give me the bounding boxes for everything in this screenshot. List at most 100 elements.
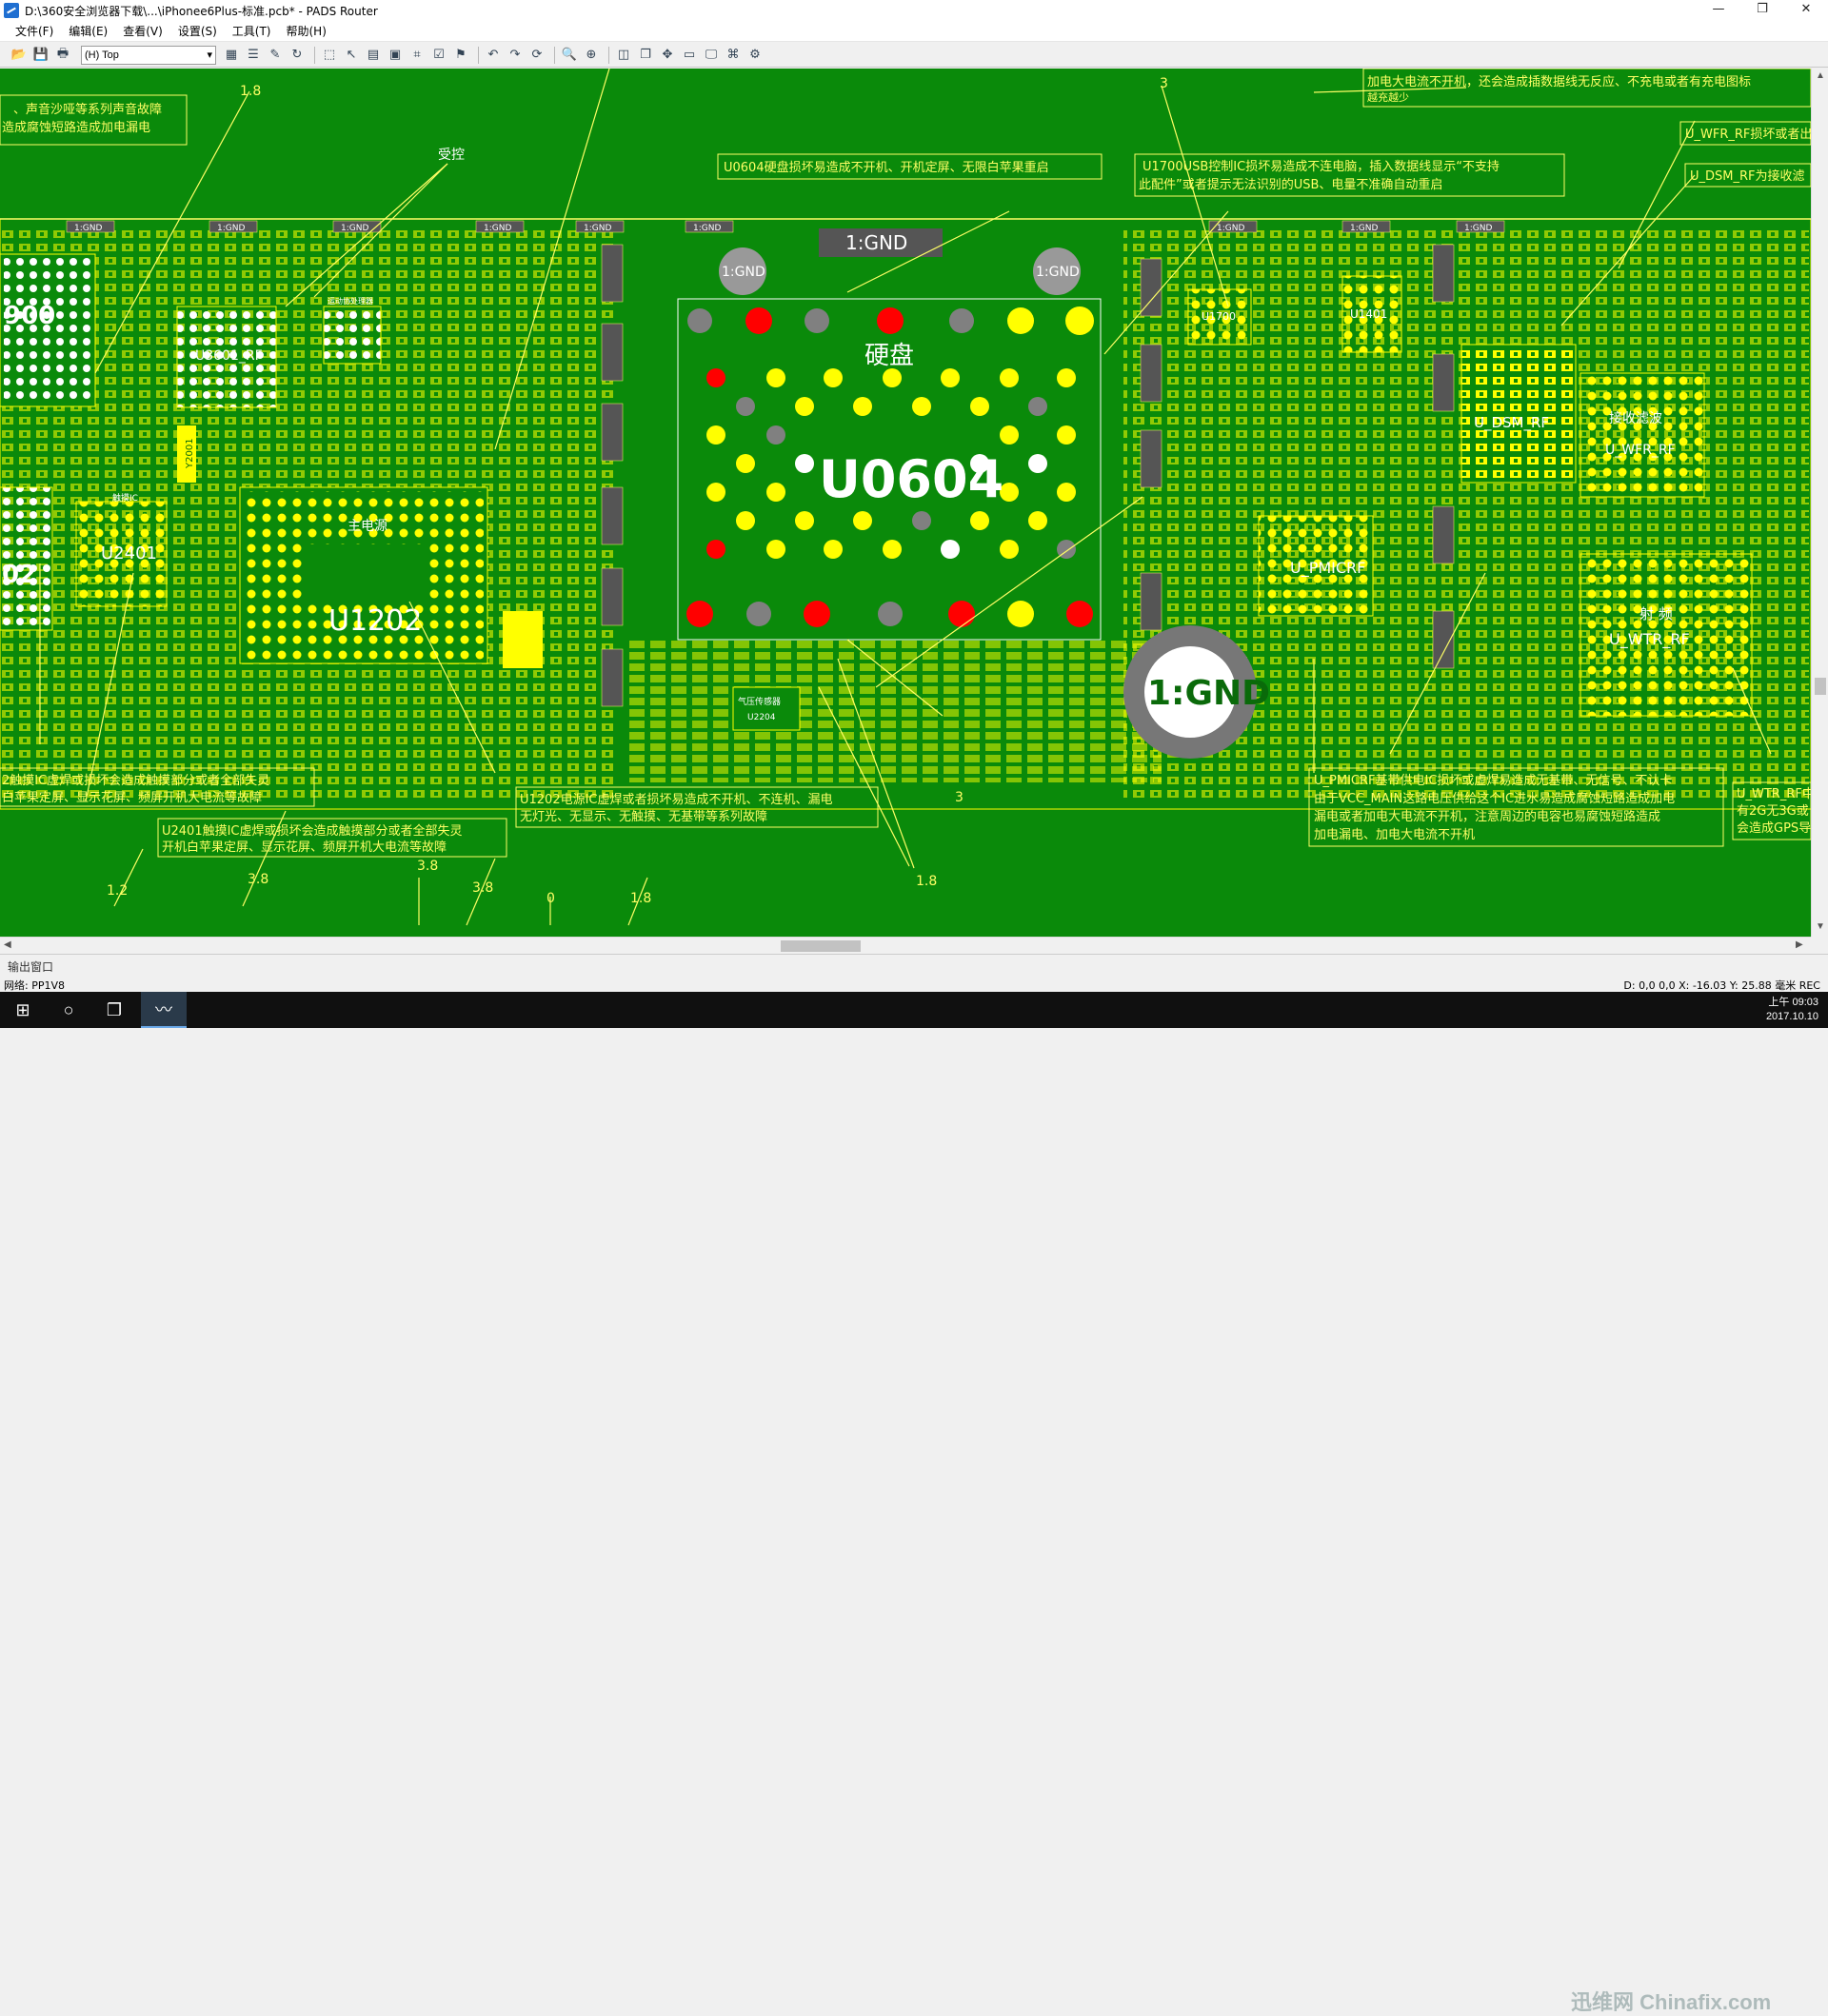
- label-main-power: 主电源: [348, 519, 387, 534]
- print-icon[interactable]: 🖶: [53, 46, 72, 65]
- close-button[interactable]: ✕: [1784, 0, 1828, 21]
- save-icon[interactable]: 💾: [31, 46, 50, 65]
- svg-text:U_DSM_RF为接收滤: U_DSM_RF为接收滤: [1690, 168, 1805, 184]
- display-icon[interactable]: 🖵: [702, 46, 721, 65]
- svg-text:1.8: 1.8: [240, 84, 261, 99]
- label-u0604: U0604: [819, 449, 1003, 509]
- svg-text:白苹果定屏、显示花屏、频屏开机大电流等故障: 白苹果定屏、显示花屏、频屏开机大电流等故障: [2, 790, 262, 805]
- status-coords: D: 0,0 0,0 X: -16.03 Y: 25.88 毫米 REC: [1623, 979, 1820, 992]
- pads-router-app-icon: [4, 3, 19, 18]
- svg-text:开机白苹果定屏、显示花屏、频屏开机大电流等故障: 开机白苹果定屏、显示花屏、频屏开机大电流等故障: [162, 840, 447, 855]
- svg-text:会造成GPS导: 会造成GPS导: [1737, 821, 1811, 836]
- svg-text:3.8: 3.8: [417, 859, 438, 874]
- label-air-pressure: 气压传感器: [738, 696, 781, 707]
- svg-text:1:GND: 1:GND: [584, 224, 611, 233]
- label-rf: 射 频: [1639, 605, 1673, 623]
- search-icon[interactable]: ○: [46, 992, 91, 1028]
- menu-bar: 文件(F) 编辑(E) 查看(V) 设置(S) 工具(T) 帮助(H): [0, 21, 1828, 42]
- chevron-down-icon: ▾: [207, 49, 212, 61]
- output-panel-title: 输出窗口: [8, 960, 54, 974]
- zoom-area-icon[interactable]: ⊕: [582, 46, 601, 65]
- title-bar: D:\360安全浏览器下载\...\iPhonee6Plus-标准.pcb* -…: [0, 0, 1828, 21]
- task-view-icon[interactable]: ❐: [91, 992, 137, 1028]
- svg-text:1:GND: 1:GND: [74, 224, 102, 233]
- scroll-up-icon[interactable]: ▲: [1816, 70, 1825, 81]
- grid-icon[interactable]: ▤: [364, 46, 383, 65]
- chip-left-02: [0, 486, 53, 631]
- scroll-down-icon[interactable]: ▼: [1816, 921, 1825, 932]
- svg-text:1.2: 1.2: [107, 883, 128, 899]
- zoom-icon[interactable]: 🔍: [560, 46, 579, 65]
- horizontal-scrollbar[interactable]: ◀ ▶: [0, 937, 1811, 954]
- menu-settings[interactable]: 设置(S): [170, 23, 225, 39]
- refresh-icon[interactable]: ↻: [288, 46, 307, 65]
- windows-start-icon[interactable]: ⊞: [0, 992, 46, 1028]
- annotation-a2: U0604硬盘损坏易造成不开机、开机定屏、无限白苹果重启: [717, 153, 1103, 180]
- svg-text:1.8: 1.8: [916, 874, 937, 889]
- maximize-button[interactable]: ❐: [1740, 0, 1784, 21]
- svg-text:1:GND: 1:GND: [693, 224, 721, 233]
- vertical-scroll-thumb[interactable]: [1815, 678, 1826, 695]
- chip-air-pressure: [732, 686, 801, 731]
- route-net-icon[interactable]: ⚑: [451, 46, 470, 65]
- scroll-right-icon[interactable]: ▶: [1796, 939, 1803, 950]
- label-u2401: U2401: [101, 544, 157, 563]
- window-title: D:\360安全浏览器下载\...\iPhonee6Plus-标准.pcb* -…: [25, 4, 378, 18]
- label-u3601: U3601_RF: [195, 348, 263, 364]
- annotation-a10: U_PMICRF基带供电IC损坏或虚焊易造成无基带、无信号、不认卡 由于VCC_…: [1308, 767, 1724, 847]
- annotation-a8: U1202电源IC虚焊或者损坏易造成不开机、不连机、漏电 无灯光、无显示、无触摸…: [515, 786, 879, 828]
- menu-help[interactable]: 帮助(H): [279, 23, 334, 39]
- menu-edit[interactable]: 编辑(E): [61, 23, 115, 39]
- svg-text:1.8: 1.8: [630, 891, 651, 906]
- component-field-mid: [628, 640, 1162, 782]
- help-icon[interactable]: ⌘: [724, 46, 743, 65]
- window-icon[interactable]: ❐: [636, 46, 655, 65]
- svg-text:U1202电源IC虚焊或者损坏易造成不开机、不连机、漏电: U1202电源IC虚焊或者损坏易造成不开机、不连机、漏电: [520, 792, 833, 807]
- svg-text:U_WTR_RF中频: U_WTR_RF中频: [1737, 787, 1811, 801]
- svg-text:3.8: 3.8: [472, 880, 493, 896]
- chip-u-wfr-rf: [1580, 372, 1705, 498]
- component-icon[interactable]: ▣: [386, 46, 405, 65]
- check-icon[interactable]: ☑: [429, 46, 448, 65]
- select-icon[interactable]: ⬚: [320, 46, 339, 65]
- menu-tools[interactable]: 工具(T): [225, 23, 279, 39]
- chip-u1202-2: [503, 611, 543, 668]
- view-icon[interactable]: ◫: [614, 46, 633, 65]
- pcb-canvas[interactable]: 1:GND 1:GND 1:GND 1:GND 1:GND 1:GND 1:GND 1:…: [0, 69, 1811, 937]
- label-u-wfr-rf: U_WFR_RF: [1605, 443, 1676, 458]
- list-icon[interactable]: ☰: [244, 46, 263, 65]
- undo-icon[interactable]: ↶: [484, 46, 503, 65]
- pads-router-taskbar-icon[interactable]: 〰: [141, 992, 187, 1028]
- route-icon[interactable]: ⌗: [407, 46, 427, 65]
- minimize-button[interactable]: —: [1697, 0, 1740, 21]
- open-icon[interactable]: 📂: [10, 46, 29, 65]
- menu-file[interactable]: 文件(F): [8, 23, 61, 39]
- svg-text:2触摸IC虚焊或损坏会造成触摸部分或者全部失灵: 2触摸IC虚焊或损坏会造成触摸部分或者全部失灵: [2, 773, 269, 788]
- menu-view[interactable]: 查看(V): [115, 23, 170, 39]
- svg-text:由于VCC_MAIN这路电压供给这个IC进水易造成腐蚀短路造: 由于VCC_MAIN这路电压供给这个IC进水易造成腐蚀短路造成加电: [1314, 791, 1675, 806]
- reload-icon[interactable]: ⟳: [527, 46, 546, 65]
- svg-text:1:GND: 1:GND: [484, 224, 511, 233]
- svg-text:U_PMICRF基带供电IC损坏或虚焊易造成无基带、无信号、: U_PMICRF基带供电IC损坏或虚焊易造成无基带、无信号、不认卡: [1314, 773, 1672, 788]
- pan-icon[interactable]: ✥: [658, 46, 677, 65]
- system-clock[interactable]: 上午 09:03 2017.10.10: [1766, 996, 1818, 1024]
- horizontal-scroll-thumb[interactable]: [781, 940, 861, 952]
- settings-icon[interactable]: ⚙: [745, 46, 765, 65]
- chip-motion: [323, 306, 382, 365]
- svg-text:无灯光、无显示、无触摸、无基带等系列故障: 无灯光、无显示、无触摸、无基带等系列故障: [520, 809, 767, 824]
- watermark-logo: 迅维网 Chinafix.com: [1571, 1990, 1772, 2014]
- vertical-scrollbar[interactable]: ▲ ▼: [1811, 69, 1828, 937]
- board-icon[interactable]: ▭: [680, 46, 699, 65]
- cursor-icon[interactable]: ↖: [342, 46, 361, 65]
- redo-icon[interactable]: ↷: [506, 46, 525, 65]
- svg-text:此配件”或者提示无法识别的USB、电量不准确自动重启: 此配件”或者提示无法识别的USB、电量不准确自动重启: [1139, 177, 1442, 192]
- separator: [608, 46, 609, 64]
- label-gnd-via-right: 1:GND: [1036, 265, 1080, 280]
- tool-icon[interactable]: ✎: [266, 46, 285, 65]
- layer-select[interactable]: (H) Top ▾: [81, 45, 216, 65]
- svg-text:0: 0: [546, 891, 555, 906]
- scroll-left-icon[interactable]: ◀: [4, 939, 11, 950]
- layer-icon[interactable]: ▦: [222, 46, 241, 65]
- svg-text:造成腐蚀短路造成加电漏电: 造成腐蚀短路造成加电漏电: [2, 120, 150, 135]
- output-panel[interactable]: 输出窗口: [0, 954, 1828, 977]
